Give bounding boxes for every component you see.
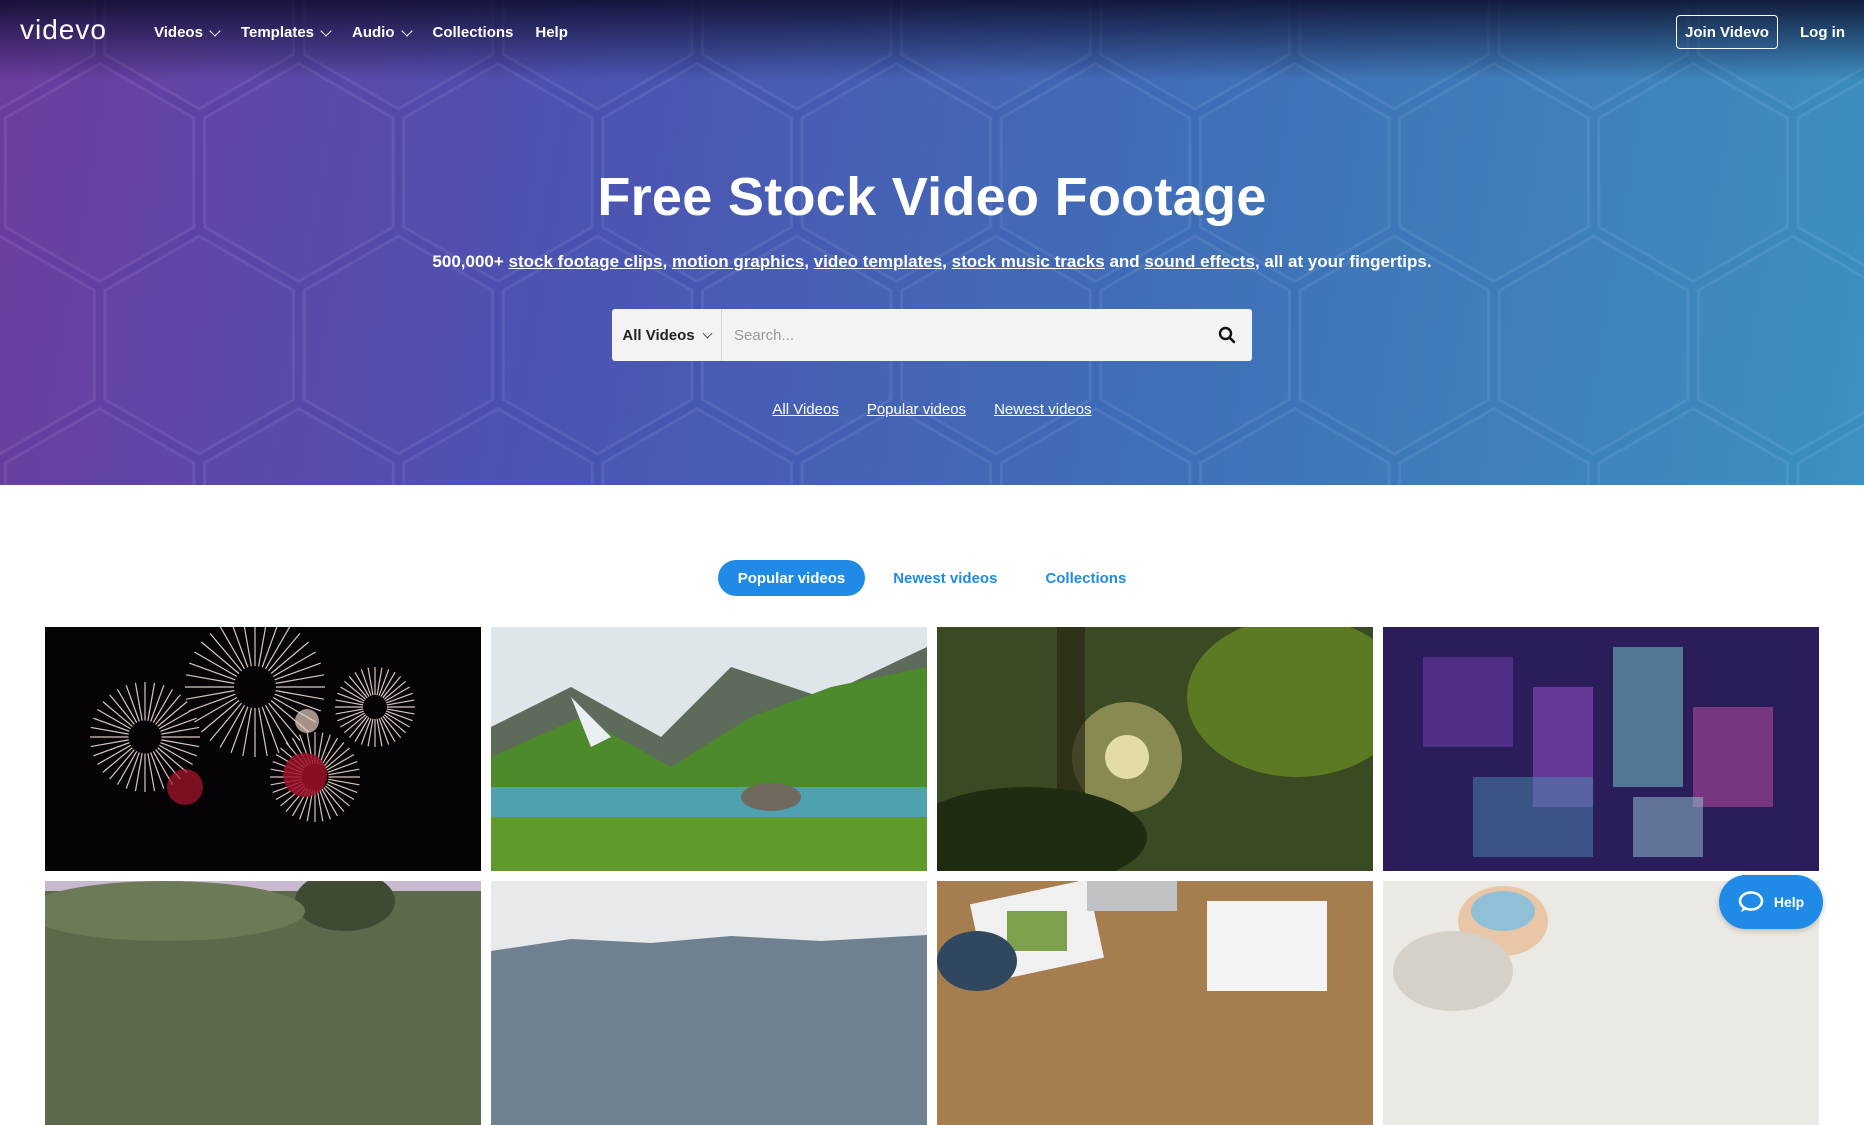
search-category-label: All Videos	[622, 326, 695, 344]
chat-bubble-icon	[1738, 891, 1764, 912]
tab-collections[interactable]: Collections	[1025, 560, 1146, 596]
nav-item-collections[interactable]: Collections	[433, 24, 514, 41]
nav-item-help[interactable]: Help	[535, 24, 568, 41]
nav-menu: Videos Templates Audio Collections Help	[154, 24, 590, 41]
video-thumbnail-tree-landscape[interactable]	[45, 881, 481, 1125]
nav-item-label: Help	[535, 24, 568, 41]
stock-music-link[interactable]: stock music tracks	[952, 252, 1105, 271]
chevron-down-icon	[209, 24, 221, 37]
search-bar: All Videos	[612, 309, 1252, 361]
popular-videos-link[interactable]: Popular videos	[867, 401, 966, 418]
video-templates-link[interactable]: video templates	[814, 252, 943, 271]
chevron-down-icon	[400, 24, 413, 37]
help-button[interactable]: Help	[1719, 875, 1823, 929]
login-link[interactable]: Log in	[1800, 24, 1845, 41]
search-input[interactable]	[722, 309, 1202, 361]
chevron-down-icon	[702, 328, 713, 339]
stock-footage-link[interactable]: stock footage clips	[509, 252, 663, 271]
all-videos-link[interactable]: All Videos	[772, 401, 838, 418]
video-tabs: Popular videos Newest videos Collections	[0, 560, 1864, 596]
top-navigation: videvo Videos Templates Audio Collection…	[0, 0, 1864, 66]
search-icon[interactable]	[1202, 309, 1252, 361]
video-thumbnail-sunlit-leaves[interactable]	[937, 627, 1373, 871]
nav-item-videos[interactable]: Videos	[154, 24, 221, 41]
quick-links: All Videos Popular videos Newest videos	[0, 401, 1864, 418]
and-text: and	[1109, 252, 1140, 271]
nav-item-label: Audio	[352, 24, 395, 41]
nav-item-templates[interactable]: Templates	[240, 24, 332, 41]
subtitle-suffix: , all at your fingertips.	[1254, 252, 1432, 271]
video-thumbnail-digital-city[interactable]	[1383, 627, 1819, 871]
video-thumbnail-fireworks[interactable]	[45, 627, 481, 871]
sound-effects-link[interactable]: sound effects	[1144, 252, 1255, 271]
hero-subtitle: 500,000+ stock footage clips, motion gra…	[432, 252, 1432, 271]
nav-item-label: Videos	[154, 24, 203, 41]
video-thumbnail-desk-documents[interactable]	[937, 881, 1373, 1125]
nav-item-audio[interactable]: Audio	[352, 24, 413, 41]
page-title: Free Stock Video Footage	[597, 167, 1267, 227]
join-button[interactable]: Join Videvo	[1676, 15, 1778, 49]
tab-newest-videos[interactable]: Newest videos	[873, 560, 1017, 596]
motion-graphics-link[interactable]: motion graphics	[672, 252, 804, 271]
video-thumbnail-mountain-river[interactable]	[491, 627, 927, 871]
nav-item-label: Templates	[240, 24, 315, 41]
help-label: Help	[1773, 894, 1805, 910]
tab-popular-videos[interactable]: Popular videos	[717, 560, 866, 596]
videvo-logo[interactable]: videvo	[20, 14, 107, 46]
video-thumbnail-misty-hills[interactable]	[491, 881, 927, 1125]
search-category-select[interactable]: All Videos	[612, 309, 722, 361]
nav-item-label: Collections	[432, 24, 514, 41]
newest-videos-link[interactable]: Newest videos	[994, 401, 1092, 418]
clip-count: 500,000+	[432, 252, 504, 271]
chevron-down-icon	[320, 24, 332, 37]
